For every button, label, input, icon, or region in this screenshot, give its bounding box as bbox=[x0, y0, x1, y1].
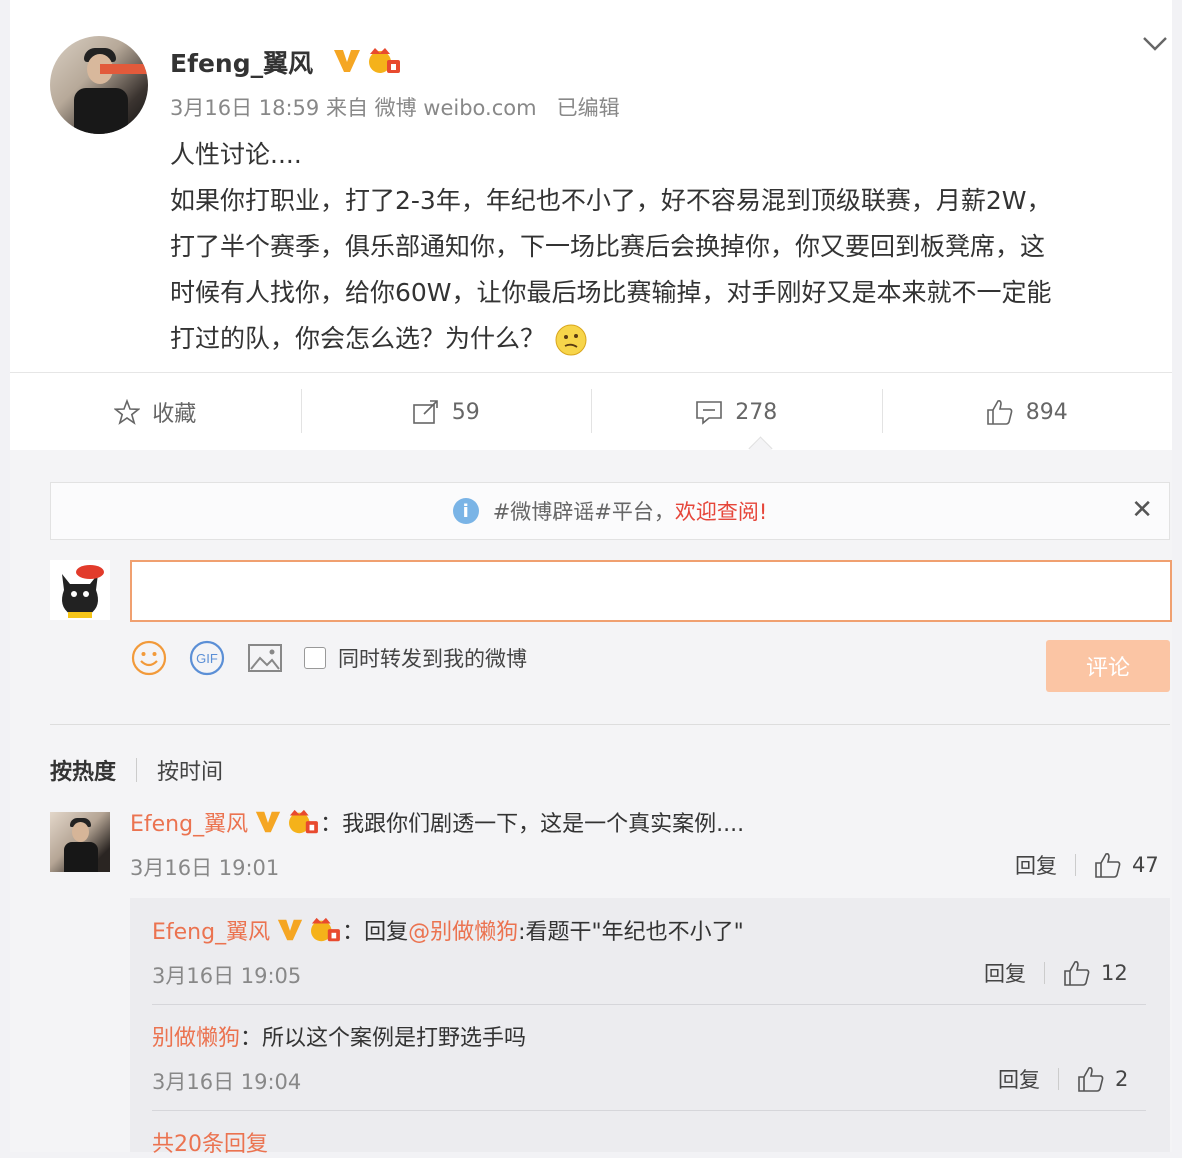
reply-button[interactable]: 回复 bbox=[1015, 850, 1057, 880]
commenter-avatar[interactable] bbox=[50, 812, 110, 872]
commenter-name[interactable]: Efeng_翼风 bbox=[130, 806, 248, 838]
post-line: 时候有人找你，给你60W，让你最后场比赛输掉，对手刚好又是本来就不一定能 bbox=[170, 278, 1052, 307]
like-count: 894 bbox=[1025, 399, 1068, 425]
sort-tabs: 按热度 按时间 bbox=[50, 754, 223, 786]
comment-section: i #微博辟谣#平台， 欢迎查阅! ✕ GIF 同时转发到我的微博 评论 按热度… bbox=[10, 450, 1172, 1157]
reply-button[interactable]: 回复 bbox=[984, 958, 1026, 988]
post-time-source[interactable]: 3月16日 18:59 来自 微博 weibo.com bbox=[170, 96, 537, 120]
author-name[interactable]: Efeng_翼风 bbox=[170, 44, 313, 80]
smiley-icon bbox=[131, 640, 167, 676]
reply-body: 别做懒狗 ：所以这个案例是打野选手吗 bbox=[152, 1020, 526, 1052]
notice-text[interactable]: #微博辟谣#平台， bbox=[493, 496, 675, 526]
vip-crown-icon bbox=[289, 809, 319, 834]
comment-like-count: 47 bbox=[1132, 853, 1159, 877]
edited-label: 已编辑 bbox=[556, 96, 620, 120]
reply-actions: 回复 2 bbox=[998, 1064, 1128, 1094]
close-icon[interactable]: ✕ bbox=[1131, 495, 1153, 525]
comment-time: 3月16日 19:01 bbox=[130, 856, 280, 880]
vip-crown-icon bbox=[311, 917, 341, 942]
comment-icon bbox=[696, 401, 723, 425]
reply-author[interactable]: Efeng_翼风 bbox=[152, 914, 270, 946]
repost-icon bbox=[412, 400, 438, 424]
reply-like-count: 12 bbox=[1101, 961, 1128, 985]
author-avatar[interactable] bbox=[50, 36, 148, 134]
gif-button[interactable]: GIF bbox=[188, 639, 226, 677]
reply-thread: Efeng_翼风 ：回复 @别做懒狗 :看题干"年纪也不小了" 3月16日 19… bbox=[130, 898, 1170, 1157]
more-replies-link[interactable]: 共20条回复 bbox=[152, 1126, 268, 1158]
comment-button[interactable]: 278 bbox=[591, 373, 882, 451]
emoji-button[interactable] bbox=[130, 639, 168, 677]
reply-time: 3月16日 19:05 bbox=[152, 964, 302, 988]
comment-count: 278 bbox=[735, 399, 778, 425]
reply-divider bbox=[152, 1004, 1146, 1005]
reply-text: :看题干"年纪也不小了" bbox=[518, 920, 744, 945]
tab-sort-time[interactable]: 按时间 bbox=[157, 754, 223, 786]
vip-crown-icon bbox=[369, 48, 400, 73]
thumbs-up-icon bbox=[986, 400, 1013, 425]
comment-text: ：我跟你们剧透一下，这是一个真实案例.... bbox=[320, 812, 745, 837]
verified-v-icon bbox=[334, 50, 360, 72]
repost-checkbox-label: 同时转发到我的微博 bbox=[338, 647, 527, 671]
info-icon: i bbox=[452, 498, 479, 524]
post-meta: 3月16日 18:59 来自 微博 weibo.com 已编辑 bbox=[170, 92, 620, 122]
post-action-bar: 收藏 59 278 894 bbox=[10, 372, 1172, 452]
thinking-emoji-icon bbox=[555, 324, 587, 356]
submit-comment-button[interactable]: 评论 bbox=[1046, 640, 1170, 692]
favorite-label: 收藏 bbox=[152, 402, 197, 427]
post-content: 人性讨论.... 如果你打职业，打了2-3年，年纪也不小了，好不容易混到顶级联赛… bbox=[170, 132, 1170, 362]
thumbs-up-icon[interactable] bbox=[1063, 959, 1091, 987]
reply-button[interactable]: 回复 bbox=[998, 1064, 1040, 1094]
gif-icon: GIF bbox=[189, 640, 225, 676]
mention-link[interactable]: @别做懒狗 bbox=[408, 914, 518, 946]
thumbs-up-icon[interactable] bbox=[1094, 851, 1122, 879]
reply-actions: 回复 12 bbox=[984, 958, 1128, 988]
image-icon bbox=[248, 644, 282, 672]
chevron-down-icon[interactable] bbox=[1142, 36, 1168, 52]
verified-v-icon bbox=[277, 919, 303, 941]
svg-text:GIF: GIF bbox=[196, 651, 218, 666]
reply-body: Efeng_翼风 ：回复 @别做懒狗 :看题干"年纪也不小了" bbox=[152, 914, 744, 946]
like-button[interactable]: 894 bbox=[881, 373, 1173, 451]
repost-checkbox[interactable] bbox=[304, 647, 326, 669]
post: Efeng_翼风 3月16日 18:59 来自 微博 weibo.com 已编辑… bbox=[10, 0, 1172, 372]
reply-author[interactable]: 别做懒狗 bbox=[152, 1020, 240, 1052]
post-line: 打过的队，你会怎么选？为什么？ bbox=[170, 316, 1170, 362]
reply-like-count: 2 bbox=[1115, 1067, 1129, 1091]
reply-divider bbox=[152, 1110, 1146, 1111]
rumor-notice-banner: i #微博辟谣#平台， 欢迎查阅! ✕ bbox=[50, 482, 1170, 540]
divider bbox=[50, 724, 1170, 725]
favorite-button[interactable]: 收藏 bbox=[10, 373, 301, 451]
tab-sort-hot[interactable]: 按热度 bbox=[50, 754, 116, 786]
weibo-card: Efeng_翼风 3月16日 18:59 来自 微博 weibo.com 已编辑… bbox=[10, 0, 1172, 1157]
reply-prefix: ：回复 bbox=[342, 920, 409, 945]
comment-input[interactable] bbox=[130, 560, 1172, 622]
verified-v-icon bbox=[255, 811, 281, 833]
post-line: 如果你打职业，打了2-3年，年纪也不小了，好不容易混到顶级联赛，月薪2W， bbox=[170, 186, 1052, 215]
composer-toolbar: GIF 同时转发到我的微博 bbox=[130, 638, 527, 678]
notice-link[interactable]: 欢迎查阅! bbox=[675, 496, 767, 526]
comment-body: Efeng_翼风 ：我跟你们剧透一下，这是一个真实案例.... bbox=[130, 806, 744, 838]
comment-actions: 回复 47 bbox=[1015, 850, 1159, 880]
thumbs-up-icon[interactable] bbox=[1077, 1065, 1105, 1093]
repost-button[interactable]: 59 bbox=[300, 373, 592, 451]
post-line: 打了半个赛季，俱乐部通知你，下一场比赛后会换掉你，你又要回到板凳席，这 bbox=[170, 232, 1046, 261]
reply-text: ：所以这个案例是打野选手吗 bbox=[240, 1026, 527, 1051]
star-icon bbox=[114, 399, 141, 425]
post-line: 人性讨论.... bbox=[170, 140, 302, 169]
reply-time: 3月16日 19:04 bbox=[152, 1070, 302, 1094]
current-user-avatar[interactable] bbox=[50, 560, 110, 620]
image-button[interactable] bbox=[246, 639, 284, 677]
repost-count: 59 bbox=[451, 399, 480, 425]
